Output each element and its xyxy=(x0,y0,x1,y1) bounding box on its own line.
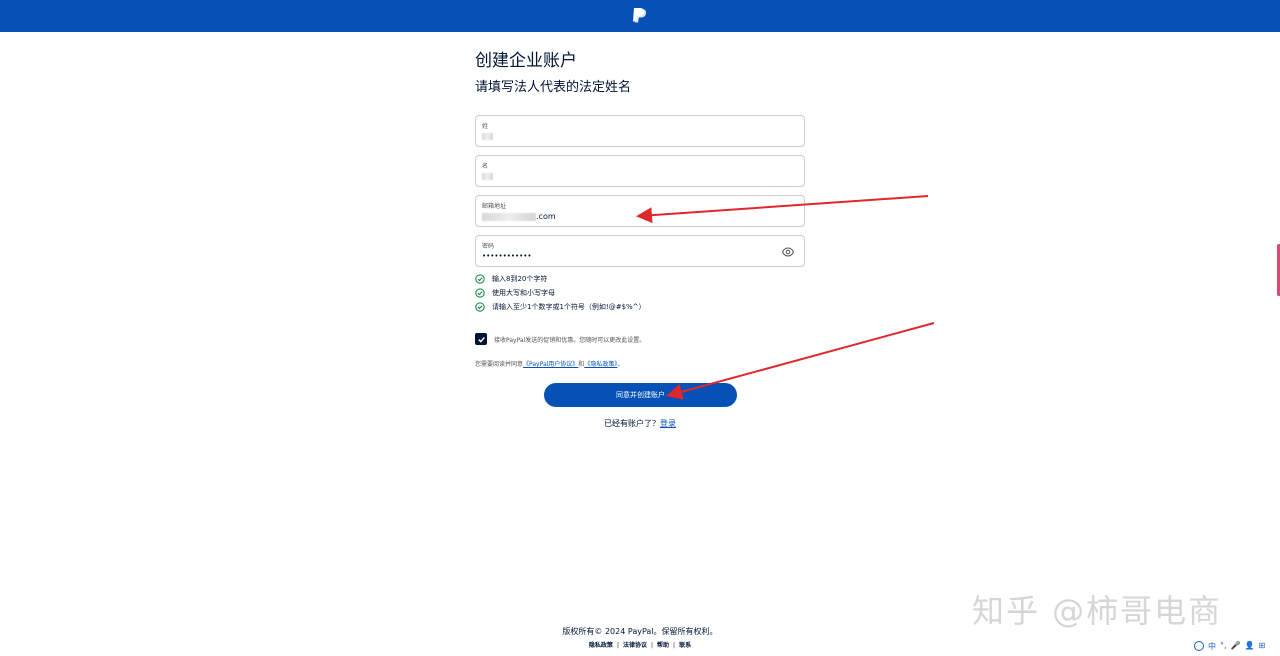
tray-user-icon[interactable]: 👤 xyxy=(1245,641,1255,652)
page-subtitle: 请填写法人代表的法定姓名 xyxy=(475,80,632,95)
password-rule: 输入8到20个字符 xyxy=(475,272,646,286)
login-prefix: 已经有账户了？ xyxy=(604,419,660,428)
first-name-field[interactable]: 名 xyxy=(475,155,805,187)
email-label: 邮箱地址 xyxy=(482,203,507,210)
agreement-suffix: 。 xyxy=(617,361,624,368)
agreement-prefix: 您需要阅读并同意 xyxy=(475,361,524,368)
password-rule: 请输入至少1个数字或1个符号（例如!@#$%^） xyxy=(475,300,646,314)
agree-create-account-button[interactable]: 同意并创建账户 xyxy=(544,383,737,407)
annotation-arrows xyxy=(636,195,935,400)
check-circle-icon xyxy=(475,274,485,284)
password-field[interactable]: 密码 •••••••••••• xyxy=(475,235,805,267)
tray-ime-item[interactable]: 中 xyxy=(1208,641,1216,652)
footer-link-contact[interactable]: 联系 xyxy=(675,642,695,649)
password-rule-text: 输入8到20个字符 xyxy=(492,275,548,283)
check-circle-icon xyxy=(475,288,485,298)
login-link[interactable]: 登录 xyxy=(660,419,676,428)
tray-grid-icon[interactable]: ⊞ xyxy=(1258,641,1265,652)
password-label: 密码 xyxy=(482,243,495,250)
page-title: 创建企业账户 xyxy=(475,51,577,71)
footer-link-legal[interactable]: 法律协议 xyxy=(619,642,651,649)
tray-mic-icon[interactable]: 🎤 xyxy=(1231,641,1241,652)
checkmark-icon xyxy=(477,336,485,343)
password-rule-text: 请输入至少1个数字或1个符号（例如!@#$%^） xyxy=(492,303,646,311)
login-line: 已经有账户了？登录 xyxy=(475,418,805,429)
last-name-field[interactable]: 姓 xyxy=(475,115,805,147)
tray-punctuation-item[interactable]: °, xyxy=(1220,641,1227,652)
tray-badge-icon[interactable] xyxy=(1194,641,1204,651)
email-field[interactable]: 邮箱地址 .com xyxy=(475,195,805,227)
user-agreement-link[interactable]: 《PayPal用户协议》 xyxy=(523,361,578,368)
password-rules: 输入8到20个字符 使用大写和小写字母 请输入至少1个数字或1个符号（例如!@#… xyxy=(475,272,646,314)
consent-checkbox[interactable] xyxy=(475,333,487,345)
footer-link-help[interactable]: 帮助 xyxy=(653,642,673,649)
eye-icon[interactable] xyxy=(782,246,794,258)
last-name-label: 姓 xyxy=(482,123,489,130)
agreement-text: 您需要阅读并同意《PayPal用户协议》和《隐私政策》。 xyxy=(475,359,623,368)
consent-text: 接收PayPal发送的促销和优惠。您随时可以更改此设置。 xyxy=(494,336,646,344)
privacy-policy-link[interactable]: 《隐私政策》 xyxy=(584,361,617,368)
first-name-value xyxy=(482,172,493,181)
password-value: •••••••••••• xyxy=(482,252,532,260)
top-bar xyxy=(0,0,1280,32)
footer-links: 隐私政策 | 法律协议 | 帮助 | 联系 xyxy=(475,640,805,649)
email-value-suffix: .com xyxy=(536,212,556,221)
password-rule-text: 使用大写和小写字母 xyxy=(492,289,555,297)
footer-copyright: 版权所有© 2024 PayPal。保留所有权利。 xyxy=(562,627,718,636)
system-tray: 中 °, 🎤 👤 ⊞ xyxy=(1194,641,1265,652)
consent-row: 接收PayPal发送的促销和优惠。您随时可以更改此设置。 xyxy=(475,333,645,345)
last-name-value xyxy=(482,132,493,141)
footer-link-privacy[interactable]: 隐私政策 xyxy=(585,642,617,649)
email-value: .com xyxy=(482,212,556,221)
first-name-label: 名 xyxy=(482,163,489,170)
password-rule: 使用大写和小写字母 xyxy=(475,286,646,300)
check-circle-icon xyxy=(475,302,485,312)
paypal-logo-icon[interactable] xyxy=(630,6,650,26)
watermark: 知乎 @柿哥电商 xyxy=(972,592,1223,630)
